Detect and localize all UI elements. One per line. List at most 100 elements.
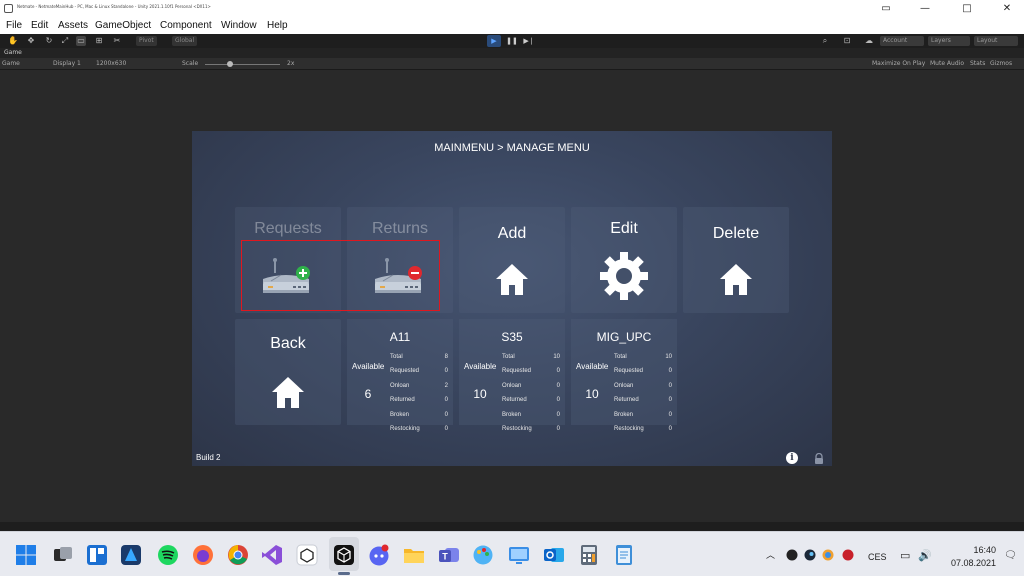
volume-icon[interactable]: 🔊 bbox=[918, 549, 932, 562]
scale-slider-handle[interactable] bbox=[227, 61, 233, 67]
game-canvas: MAINMENU > MANAGE MENU Requests Returns bbox=[192, 131, 832, 466]
affinity-designer-icon[interactable] bbox=[120, 544, 142, 566]
menu-help[interactable]: Help bbox=[267, 20, 288, 31]
stat-value: 2 bbox=[444, 382, 448, 389]
menu-component[interactable]: Component bbox=[160, 20, 212, 31]
cloud-icon[interactable]: ☁ bbox=[864, 36, 874, 46]
menu-bar: File Edit Assets GameObject Component Wi… bbox=[0, 18, 1024, 34]
discord-tray-icon[interactable] bbox=[786, 549, 798, 561]
stats-toggle[interactable]: Stats bbox=[970, 60, 985, 67]
unity-hub-icon[interactable] bbox=[296, 544, 318, 566]
global-toggle[interactable]: Global bbox=[172, 36, 198, 46]
calculator-icon[interactable] bbox=[578, 544, 600, 566]
move-tool-icon[interactable]: ✥ bbox=[26, 36, 36, 46]
stat-value: 0 bbox=[668, 382, 672, 389]
stat-value: 0 bbox=[444, 397, 448, 404]
start-icon[interactable] bbox=[15, 544, 37, 566]
gizmos-toggle[interactable]: Gizmos bbox=[990, 60, 1012, 67]
hand-tool-icon[interactable]: ✋ bbox=[8, 36, 18, 46]
resolution-dropdown[interactable]: 1200x630 bbox=[96, 60, 126, 67]
close-button[interactable]: ✕ bbox=[993, 1, 1021, 17]
info-icon[interactable]: i bbox=[786, 452, 798, 464]
delete-button[interactable]: Delete bbox=[683, 207, 789, 313]
clock-date[interactable]: 07.08.2021 bbox=[944, 558, 996, 568]
notepad-icon[interactable] bbox=[613, 544, 635, 566]
outlook-icon[interactable] bbox=[543, 544, 565, 566]
menu-gameobject[interactable]: GameObject bbox=[95, 20, 151, 31]
stat-value: 0 bbox=[556, 397, 560, 404]
spotify-icon[interactable] bbox=[157, 544, 179, 566]
device-name: S35 bbox=[501, 330, 523, 344]
view-dropdown[interactable]: Game bbox=[2, 60, 20, 67]
stat-row-broken: Broken 0 bbox=[390, 409, 448, 423]
visual-studio-icon[interactable] bbox=[261, 544, 283, 566]
stat-label: Onloan bbox=[390, 382, 410, 389]
rotate-tool-icon[interactable]: ↻ bbox=[44, 36, 54, 46]
menu-assets[interactable]: Assets bbox=[58, 20, 88, 31]
task-view-icon[interactable] bbox=[52, 544, 74, 566]
network-icon[interactable]: ▭ bbox=[900, 549, 910, 562]
antivirus-tray-icon[interactable] bbox=[842, 549, 854, 561]
add-button[interactable]: Add bbox=[459, 207, 565, 313]
collab-icon[interactable]: ⊡ bbox=[842, 36, 852, 46]
stat-value: 8 bbox=[444, 354, 448, 360]
pause-button[interactable]: ❚❚ bbox=[505, 35, 519, 47]
stat-row-broken: Broken 0 bbox=[502, 409, 560, 423]
app-tray-icon[interactable] bbox=[822, 549, 834, 561]
tab-game[interactable]: Game bbox=[4, 49, 22, 56]
mute-audio-toggle[interactable]: Mute Audio bbox=[930, 60, 964, 67]
maximize-button[interactable]: □ bbox=[953, 1, 981, 17]
paint-icon[interactable] bbox=[472, 544, 494, 566]
transform-tool-icon[interactable]: ⊞ bbox=[94, 36, 104, 46]
pivot-toggle[interactable]: Pivot bbox=[136, 36, 157, 46]
rect-tool-icon[interactable]: ▭ bbox=[76, 36, 86, 46]
search-icon[interactable]: ⌕ bbox=[820, 36, 830, 46]
back-button[interactable]: Back bbox=[235, 319, 341, 425]
unity-editor-icon[interactable] bbox=[333, 544, 355, 566]
firefox-icon[interactable] bbox=[192, 544, 214, 566]
teams-icon[interactable]: T bbox=[438, 544, 460, 566]
stat-row-returned: Returned 0 bbox=[614, 394, 672, 408]
stat-label: Requested bbox=[390, 368, 420, 375]
stats-list: Total 10 Requested 0 Onloan 0 Returned 0 Bro… bbox=[614, 351, 672, 437]
clock-time[interactable]: 16:40 bbox=[956, 545, 996, 555]
remote-desktop-icon[interactable] bbox=[508, 544, 530, 566]
chrome-icon[interactable] bbox=[227, 544, 249, 566]
play-button[interactable]: ▶ bbox=[487, 35, 501, 47]
stat-label: Total bbox=[614, 354, 627, 360]
stat-label: Onloan bbox=[614, 382, 634, 389]
stat-row-restocking: Restocking 0 bbox=[502, 423, 560, 437]
display-dropdown[interactable]: Display 1 bbox=[53, 60, 81, 67]
device-name: MIG_UPC bbox=[596, 330, 652, 344]
layers-dropdown[interactable]: Layers bbox=[928, 36, 970, 46]
discord-icon[interactable] bbox=[368, 544, 390, 566]
notifications-icon[interactable]: 🗨 bbox=[1004, 550, 1017, 561]
custom-tool-icon[interactable]: ✂ bbox=[112, 36, 122, 46]
edit-button[interactable]: Edit bbox=[571, 207, 677, 313]
stat-value: 0 bbox=[668, 368, 672, 375]
scale-slider[interactable] bbox=[205, 61, 280, 67]
language-indicator[interactable]: CES bbox=[868, 552, 887, 562]
cast-window-button[interactable]: ▭ bbox=[872, 1, 900, 17]
requests-label: Requests bbox=[254, 220, 322, 237]
minimize-button[interactable]: — bbox=[911, 1, 939, 17]
device-stats-card-mig-upc: MIG_UPC Available 10 Total 10 Requested 0 … bbox=[571, 319, 677, 432]
layout-dropdown[interactable]: Layout bbox=[974, 36, 1018, 46]
title-bar: Netmate - NetmateMainHub - PC, Mac & Lin… bbox=[0, 0, 1024, 18]
lock-icon[interactable] bbox=[814, 453, 824, 464]
maximize-on-play-toggle[interactable]: Maximize On Play bbox=[872, 60, 925, 67]
menu-window[interactable]: Window bbox=[221, 20, 257, 31]
menu-edit[interactable]: Edit bbox=[31, 20, 48, 31]
back-label: Back bbox=[270, 335, 306, 352]
scale-label: Scale bbox=[182, 60, 199, 67]
step-button[interactable]: ▶❘ bbox=[522, 35, 536, 47]
widgets-icon[interactable] bbox=[86, 544, 108, 566]
stat-row-returned: Returned 0 bbox=[502, 394, 560, 408]
show-hidden-icons-chevron-icon[interactable]: ︿ bbox=[766, 548, 775, 561]
scale-tool-icon[interactable]: ⤢ bbox=[60, 36, 70, 46]
home-icon bbox=[720, 264, 752, 295]
file-explorer-icon[interactable] bbox=[403, 544, 425, 566]
steam-tray-icon[interactable] bbox=[804, 549, 816, 561]
account-dropdown[interactable]: Account bbox=[880, 36, 924, 46]
menu-file[interactable]: File bbox=[6, 20, 22, 31]
